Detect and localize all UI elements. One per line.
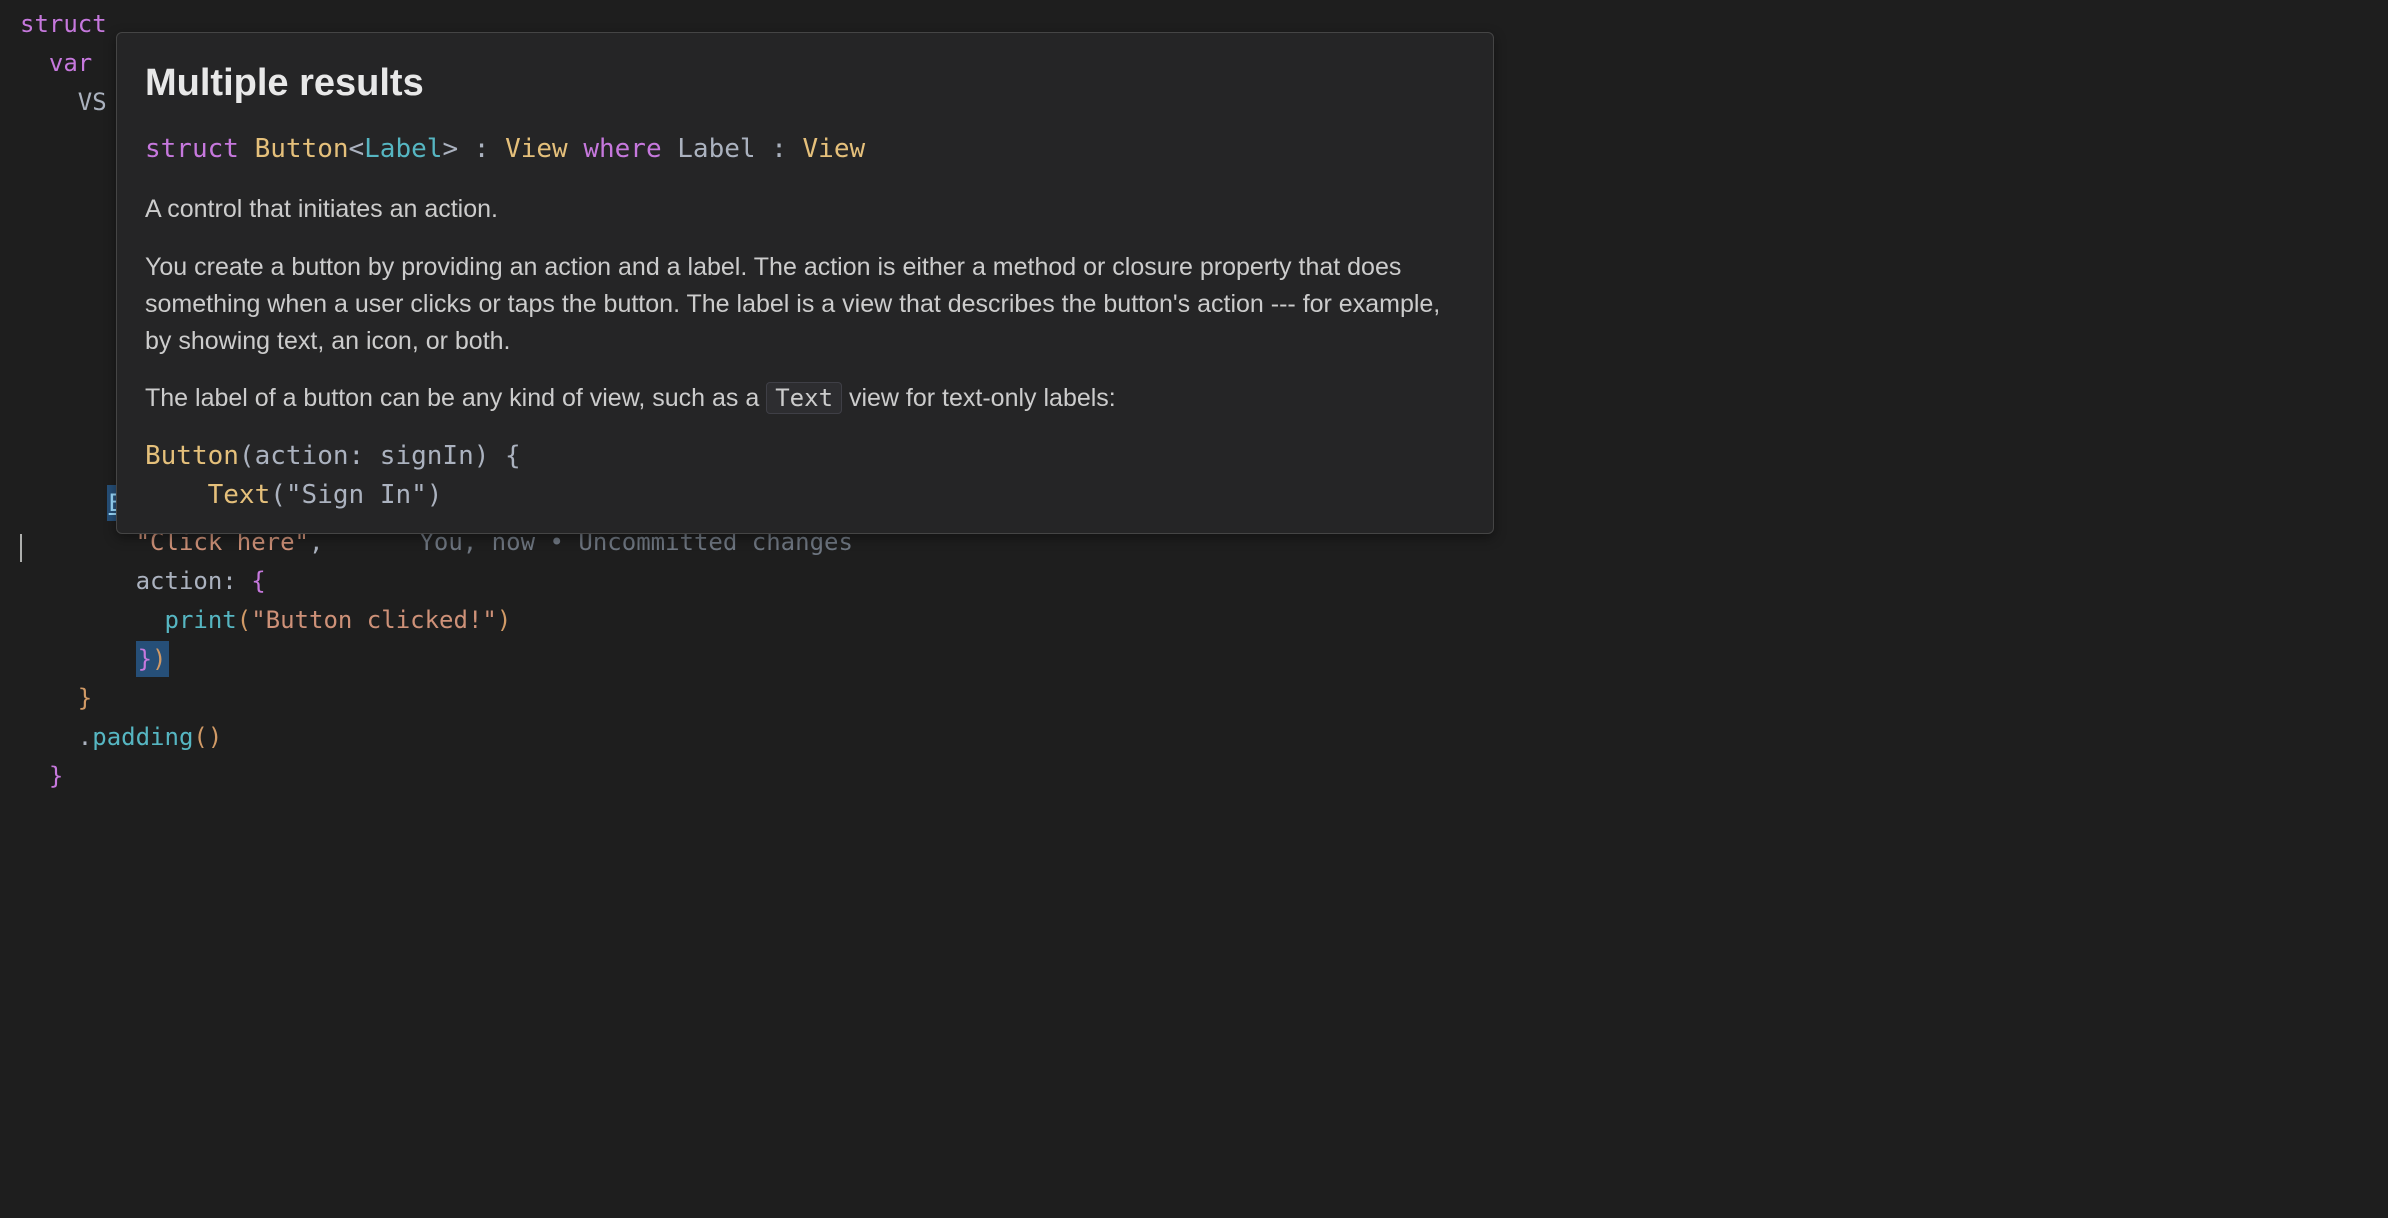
- colon-token: :: [222, 563, 236, 599]
- popup-label-paragraph: The label of a button can be any kind of…: [145, 380, 1465, 417]
- hover-documentation-popup[interactable]: Multiple results struct Button<Label> : …: [116, 32, 1494, 534]
- closing-paren: ): [152, 645, 166, 673]
- keyword-var: var: [49, 45, 92, 81]
- brace-open: {: [251, 563, 265, 599]
- brace-close: }: [78, 680, 92, 716]
- popup-summary: A control that initiates an action.: [145, 191, 1465, 229]
- print-string: "Button clicked!": [251, 602, 497, 638]
- keyword-struct: struct: [20, 6, 107, 42]
- print-function: print: [165, 602, 237, 638]
- popup-title: Multiple results: [145, 55, 1465, 112]
- padding-method: padding: [92, 719, 193, 755]
- padding-parens: (): [193, 719, 222, 755]
- paren-close: ): [497, 602, 511, 638]
- dot-operator: .: [78, 719, 92, 755]
- vs-text: VS: [78, 84, 107, 120]
- type-signature: struct Button<Label> : View where Label …: [145, 130, 1465, 169]
- code-example: Button(action: signIn) { Text("Sign In"): [145, 437, 1465, 515]
- inline-code-text: Text: [766, 382, 842, 414]
- text-cursor: [20, 534, 22, 562]
- closing-brace: }: [138, 645, 152, 673]
- final-brace: }: [49, 758, 63, 794]
- popup-description: You create a button by providing an acti…: [145, 249, 1465, 360]
- action-label: action: [136, 563, 223, 599]
- paren: (: [237, 602, 251, 638]
